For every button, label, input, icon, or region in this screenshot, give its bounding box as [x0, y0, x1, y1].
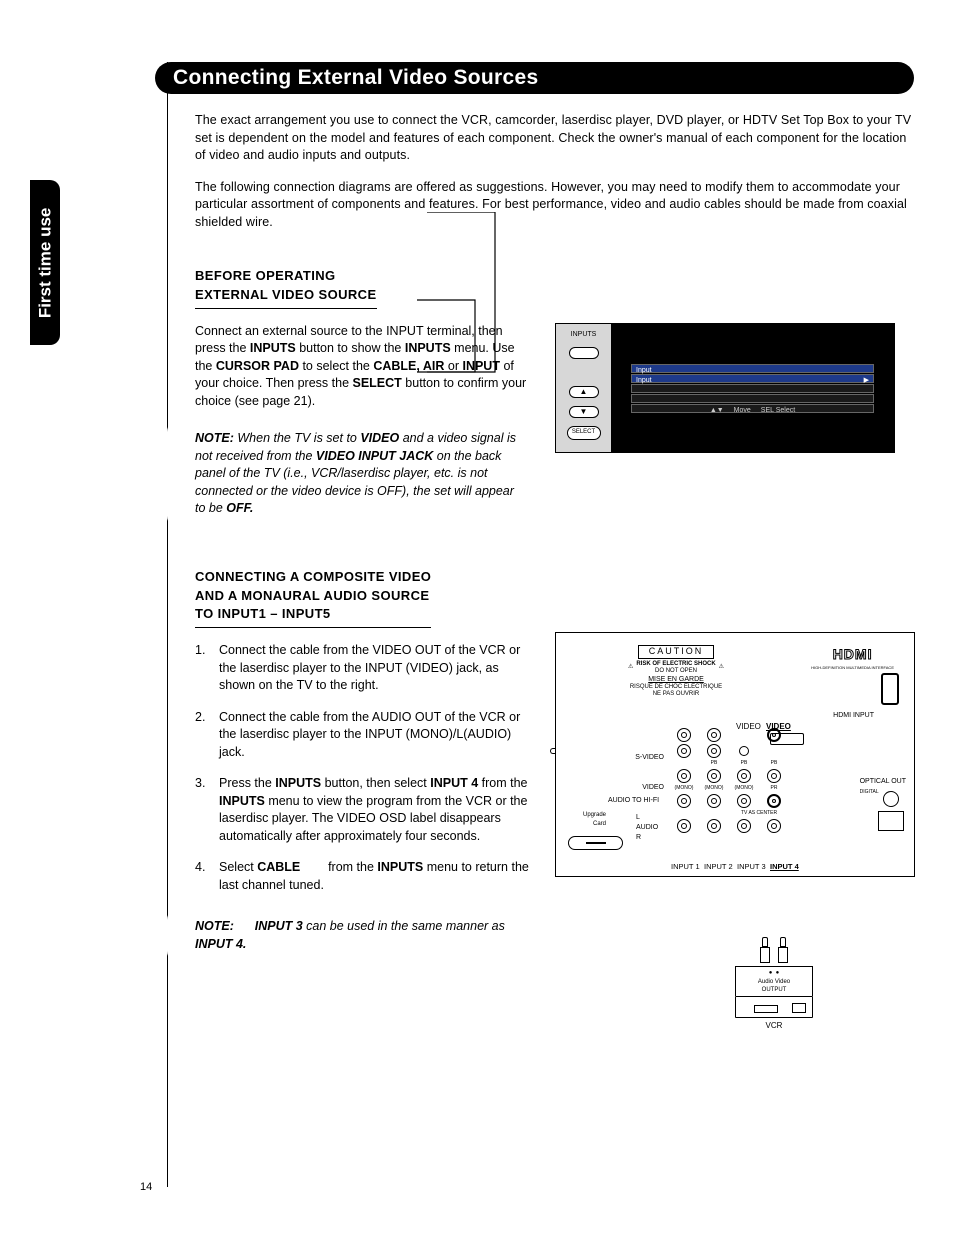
osd-row-3 [631, 384, 874, 393]
input2-label: INPUT 2 [704, 862, 733, 873]
jack-icon [767, 769, 781, 783]
step-2: Connect the cable from the AUDIO OUT of … [195, 709, 530, 762]
intro-p2: The following connection diagrams are of… [195, 179, 915, 232]
optical-box-icon [878, 811, 904, 831]
optical-label: OPTICAL OUTDIGITAL [860, 777, 906, 797]
jack-icon [677, 728, 691, 742]
margin-rule [167, 62, 168, 1187]
rca-plug-icon [777, 937, 789, 967]
step-4: Select CABLE from the INPUTS menu to ret… [195, 859, 530, 894]
jack-icon [767, 794, 781, 808]
section2-steps: Connect the cable from the VIDEO OUT of … [195, 642, 530, 894]
jack-icon [737, 794, 751, 808]
page-content: The exact arrangement you use to connect… [195, 112, 915, 1032]
vcr-controls-icon [792, 1003, 806, 1013]
rca-plug-icon [759, 937, 771, 967]
osd-hint: ▲▼MoveSEL Select [631, 404, 874, 413]
osd-screen: Input Input▶ ▲▼MoveSEL Select [611, 324, 894, 452]
jack-icon [737, 769, 751, 783]
jack-icon [737, 819, 751, 833]
jack-icon [707, 769, 721, 783]
note-label: NOTE: [195, 431, 234, 445]
caution-label: CAUTION ⚠RISK OF ELECTRIC SHOCKDO NOT OP… [624, 645, 728, 713]
hdmi-logo: HDMI HIGH-DEFINITION MULTIMEDIA INTERFAC… [811, 645, 894, 670]
side-tab-label: First time use [33, 207, 57, 318]
section1-heading-l1: BEFORE OPERATING [195, 268, 336, 283]
intro-block: The exact arrangement you use to connect… [195, 112, 915, 231]
section1-para: Connect an external source to the INPUT … [195, 323, 530, 411]
section2-columns: Connect the cable from the VIDEO OUT of … [195, 642, 915, 1031]
tv-back-panel: CAUTION ⚠RISK OF ELECTRIC SHOCKDO NOT OP… [555, 632, 915, 877]
osd-select-button: SELECT [567, 426, 601, 440]
jack-small-icon [739, 746, 749, 756]
vcr-label: VCR [735, 1020, 813, 1031]
section2-heading-l1: CONNECTING A COMPOSITE VIDEO [195, 569, 431, 584]
jack-icon [767, 819, 781, 833]
jack-icon [677, 794, 691, 808]
note-body: When the TV is set to VIDEO and a video … [195, 431, 516, 515]
section1-figure: INPUTS ▲ ▼ SELECT Input Input▶ ▲▼MoveSEL… [555, 323, 915, 528]
osd-inputs-label: INPUTS [571, 330, 597, 340]
hdmi-port [881, 673, 899, 705]
side-tab: First time use [30, 180, 60, 345]
input1-label: INPUT 1 [671, 862, 700, 873]
video-row-label: VIDEO [614, 783, 664, 793]
hdmi-input-label: HDMI INPUT [833, 711, 874, 721]
section1-text: Connect an external source to the INPUT … [195, 323, 530, 528]
intro-p1: The exact arrangement you use to connect… [195, 112, 915, 165]
section1-columns: Connect an external source to the INPUT … [195, 323, 915, 528]
input3-label: INPUT 3 [737, 862, 766, 873]
page-number: 14 [140, 1180, 152, 1195]
vcr-output-panel: ● ● Audio Video OUTPUT [735, 966, 813, 996]
osd-remote-buttons: INPUTS ▲ ▼ SELECT [556, 324, 611, 452]
section2-heading: CONNECTING A COMPOSITE VIDEO AND A MONAU… [195, 568, 431, 629]
jack-icon [677, 819, 691, 833]
jack-icon [707, 728, 721, 742]
osd-row-2: Input▶ [631, 374, 874, 383]
osd-row-4 [631, 394, 874, 403]
osd-row-1: Input [631, 364, 874, 373]
section2-text: Connect the cable from the VIDEO OUT of … [195, 642, 530, 1031]
osd-inputs-button [569, 347, 599, 359]
audio-label: L AUDIO R [636, 813, 658, 842]
section-title-bar: Connecting External Video Sources [155, 62, 914, 94]
svideo-label: S-VIDEO [614, 753, 664, 763]
panel-edge-notch [550, 748, 556, 754]
step-3: Press the INPUTS button, then select INP… [195, 775, 530, 845]
osd-panel: INPUTS ▲ ▼ SELECT Input Input▶ ▲▼MoveSEL… [555, 323, 895, 453]
jack-icon [677, 744, 691, 758]
jack-icon [707, 819, 721, 833]
osd-up-button: ▲ [569, 386, 599, 398]
rca-plugs [735, 937, 813, 967]
audio-hifi-label: AUDIO TO HI-FI [608, 796, 659, 806]
section2-note: NOTE: INPUT 3 can be used in the same ma… [167, 908, 530, 963]
section1-heading-l2: EXTERNAL VIDEO SOURCE [195, 287, 377, 302]
section2-figure: CAUTION ⚠RISK OF ELECTRIC SHOCKDO NOT OP… [555, 632, 915, 1031]
jack-icon [767, 728, 781, 742]
vcr-slot-icon [754, 1005, 778, 1013]
section2-heading-l3: TO INPUT1 – INPUT5 [195, 606, 331, 621]
note2-label: NOTE: [195, 919, 234, 933]
input4-label: INPUT 4 [770, 862, 799, 873]
jack-icon [707, 744, 721, 758]
jack-icon [707, 794, 721, 808]
optical-jack-icon [883, 791, 899, 807]
section-title: Connecting External Video Sources [173, 63, 538, 92]
upgrade-label: Upgrade Card [576, 811, 606, 828]
vcr-unit-icon [735, 996, 813, 1018]
step-1: Connect the cable from the VIDEO OUT of … [195, 642, 530, 695]
section1-note: NOTE: When the TV is set to VIDEO and a … [167, 420, 530, 528]
osd-down-button: ▼ [569, 406, 599, 418]
vcr-diagram: ● ● Audio Video OUTPUT VCR [735, 937, 813, 1031]
section1-heading: BEFORE OPERATING EXTERNAL VIDEO SOURCE [195, 267, 377, 309]
section2-heading-l2: AND A MONAURAL AUDIO SOURCE [195, 588, 429, 603]
jack-grid: PBPBPB (MONO)(MONO)(MONO)PR TV AS CENTER [671, 728, 787, 833]
upgrade-card-slot [568, 836, 623, 850]
jack-icon [677, 769, 691, 783]
note2-body: INPUT 3 can be used in the same manner a… [195, 919, 505, 951]
